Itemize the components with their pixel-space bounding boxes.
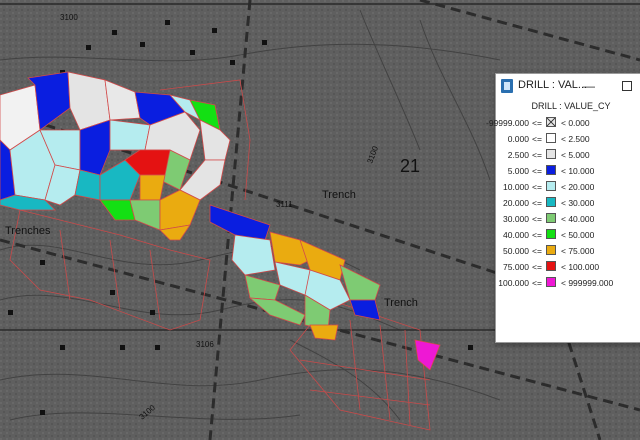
legend-operator: <= (532, 182, 542, 192)
trench-label-1: Trench (322, 189, 356, 201)
legend-operator: <= (532, 198, 542, 208)
legend-low-value: 2.500 (507, 150, 529, 160)
legend-high-value: < 50.000 (561, 230, 595, 240)
legend-operator: <= (532, 246, 542, 256)
legend-color-swatch (546, 277, 556, 287)
legend-low-value: 40.000 (503, 230, 529, 240)
legend-window[interactable]: DRILL : VAL... — DRILL : VALUE_CY -99999… (486, 73, 640, 343)
legend-operator: <= (532, 262, 542, 272)
legend-row: 10.000 <= < 20.000 (496, 179, 640, 195)
trenches-label: Trenches (5, 225, 51, 237)
legend-low-value: 0.000 (507, 134, 529, 144)
legend-low-value: 10.000 (503, 182, 529, 192)
legend-operator: <= (532, 166, 542, 176)
legend-high-value: < 40.000 (561, 214, 595, 224)
legend-operator: <= (532, 150, 542, 160)
minimize-button[interactable]: — (576, 76, 602, 96)
elevation-label-2: 3106 (196, 340, 214, 349)
legend-operator: <= (532, 278, 542, 288)
legend-high-value: < 2.500 (561, 134, 590, 144)
legend-row: 100.000 <= < 999999.000 (496, 275, 640, 291)
legend-row: 5.000 <= < 10.000 (496, 163, 640, 179)
legend-titlebar[interactable]: DRILL : VAL... — (496, 74, 640, 98)
legend-row: 30.000 <= < 40.000 (496, 211, 640, 227)
legend-operator: <= (532, 214, 542, 224)
legend-low-value: 50.000 (503, 246, 529, 256)
legend-high-value: < 999999.000 (561, 278, 614, 288)
legend-low-value: 20.000 (503, 198, 529, 208)
legend-low-value: -99999.000 (485, 118, 529, 128)
legend-operator: <= (532, 118, 542, 128)
legend-color-swatch (546, 149, 556, 159)
legend-color-swatch (546, 245, 556, 255)
legend-rows: -99999.000 <= < 0.000 0.000 <= < 2.500 2.500 <=… (486, 115, 640, 291)
legend-row: 2.500 <= < 5.000 (496, 147, 640, 163)
legend-operator: <= (532, 134, 542, 144)
section-number-label: 21 (400, 156, 420, 176)
legend-high-value: < 100.000 (561, 262, 600, 272)
legend-row: -99999.000 <= < 0.000 (486, 115, 640, 131)
legend-low-value: 30.000 (503, 214, 529, 224)
legend-operator: <= (532, 230, 542, 240)
legend-high-value: < 10.000 (561, 166, 595, 176)
legend-color-swatch (546, 117, 556, 127)
legend-color-swatch (546, 213, 556, 223)
legend-color-swatch (546, 181, 556, 191)
legend-color-swatch (546, 165, 556, 175)
elevation-label-1: 3111 (276, 200, 293, 209)
legend-row: 20.000 <= < 30.000 (496, 195, 640, 211)
elevation-label-5: 3100 (60, 13, 78, 22)
legend-low-value: 75.000 (503, 262, 529, 272)
legend-color-swatch (546, 261, 556, 271)
legend-high-value: < 0.000 (561, 118, 590, 128)
maximize-button[interactable] (614, 76, 640, 96)
legend-row: 0.000 <= < 2.500 (496, 131, 640, 147)
legend-row: 75.000 <= < 100.000 (496, 259, 640, 275)
legend-low-value: 100.000 (498, 278, 529, 288)
legend-high-value: < 5.000 (561, 150, 590, 160)
legend-color-swatch (546, 133, 556, 143)
legend-low-value: 5.000 (507, 166, 529, 176)
legend-color-swatch (546, 197, 556, 207)
legend-row: 50.000 <= < 75.000 (496, 243, 640, 259)
legend-row: 40.000 <= < 50.000 (496, 227, 640, 243)
map-layer-icon (501, 79, 513, 93)
legend-high-value: < 30.000 (561, 198, 595, 208)
trench-label-2: Trench (384, 297, 418, 309)
legend-high-value: < 20.000 (561, 182, 595, 192)
legend-heading: DRILL : VALUE_CY (531, 101, 611, 111)
legend-color-swatch (546, 229, 556, 239)
legend-high-value: < 75.000 (561, 246, 595, 256)
